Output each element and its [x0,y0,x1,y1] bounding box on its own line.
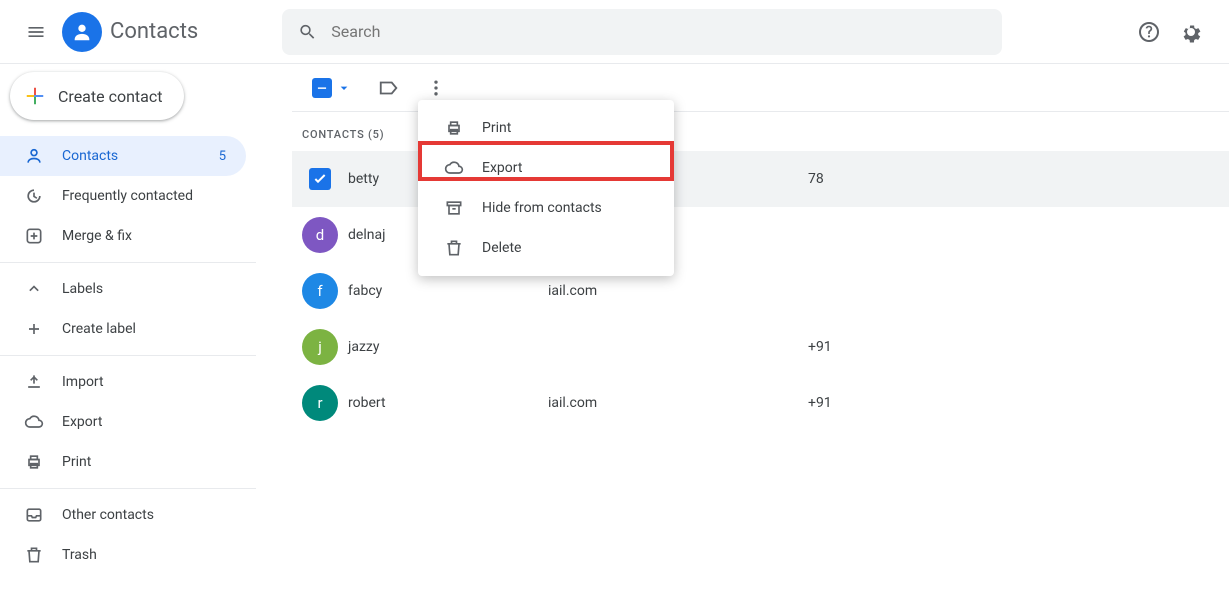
sidebar-item-contacts[interactable]: Contacts 5 [0,136,246,176]
avatar: d [302,217,338,253]
menu-item-export[interactable]: Export [418,148,674,188]
cloud-icon [444,158,464,178]
menu-item-label: Print [482,120,511,136]
contact-row[interactable]: r robert iail.com +91 [292,375,1229,431]
row-checkbox-checked[interactable] [309,168,331,190]
app-title: Contacts [110,19,198,44]
search-bar[interactable] [282,9,1002,55]
sidebar-item-label: Import [62,374,104,390]
upload-icon [24,372,44,392]
person-icon [71,21,93,43]
merge-icon [24,226,44,246]
create-contact-button[interactable]: Create contact [10,72,184,120]
app-header: Contacts [0,0,1229,64]
avatar: f [302,273,338,309]
sidebar-item-label: Print [62,454,91,470]
sidebar-item-label: Merge & fix [62,228,132,244]
sidebar-badge: 5 [219,149,246,164]
search-icon [298,22,317,42]
contact-phone: 78 [808,171,988,187]
sidebar-item-label: Contacts [62,148,118,164]
trash-icon [24,545,44,565]
chevron-up-icon [24,279,44,299]
sidebar-item-label: Export [62,414,102,430]
sidebar-item-label: Trash [62,547,97,563]
plus-small-icon [24,319,44,339]
menu-item-print[interactable]: Print [418,108,674,148]
label-icon[interactable] [378,77,400,99]
archive-icon [444,198,464,218]
search-input[interactable] [331,22,986,41]
cloud-download-icon [24,412,44,432]
menu-item-delete[interactable]: Delete [418,228,674,268]
sidebar-item-label: Labels [62,281,103,297]
sidebar-item-labels[interactable]: Labels [0,269,246,309]
contact-phone: +91 [808,395,988,411]
contact-name: robert [348,395,548,411]
sidebar: Create contact Contacts 5 Frequently con… [0,64,256,611]
main-content: CONTACTS (5) betty 78 d delnaj iail.com … [256,64,1229,611]
contact-row[interactable]: j jazzy +91 [292,319,1229,375]
sidebar-item-other[interactable]: Other contacts [0,495,246,535]
contact-name: jazzy [348,339,548,355]
contact-phone: +91 [808,339,988,355]
create-contact-label: Create contact [58,87,162,106]
checkbox-indeterminate-icon [312,78,332,98]
menu-item-label: Delete [482,240,521,256]
app-logo [62,12,102,52]
contact-name: fabcy [348,283,548,299]
more-vert-icon[interactable] [426,78,446,98]
history-icon [24,186,44,206]
context-menu: Print Export Hide from contacts Delete [418,100,674,276]
help-icon[interactable] [1137,20,1161,44]
sidebar-item-label: Create label [62,321,136,337]
sidebar-item-import[interactable]: Import [0,362,246,402]
plus-icon [24,85,46,107]
inbox-icon [24,505,44,525]
select-all-button[interactable] [312,78,352,98]
menu-item-hide[interactable]: Hide from contacts [418,188,674,228]
sidebar-item-trash[interactable]: Trash [0,535,246,575]
sidebar-item-frequently[interactable]: Frequently contacted [0,176,246,216]
person-outline-icon [24,146,44,166]
printer-icon [444,118,464,138]
sidebar-item-export[interactable]: Export [0,402,246,442]
menu-item-label: Export [482,160,522,176]
menu-item-label: Hide from contacts [482,200,602,216]
trash-icon [444,238,464,258]
sidebar-item-label: Frequently contacted [62,188,193,204]
avatar: j [302,329,338,365]
hamburger-icon [26,22,46,42]
sidebar-item-print[interactable]: Print [0,442,246,482]
check-icon [312,171,328,187]
dropdown-icon [336,80,352,96]
contact-email: iail.com [548,283,808,299]
main-menu-button[interactable] [16,12,56,52]
sidebar-item-label: Other contacts [62,507,154,523]
avatar: r [302,385,338,421]
printer-icon [24,452,44,472]
sidebar-item-create-label[interactable]: Create label [0,309,246,349]
contact-email: iail.com [548,395,808,411]
gear-icon[interactable] [1179,20,1203,44]
sidebar-item-merge[interactable]: Merge & fix [0,216,246,256]
